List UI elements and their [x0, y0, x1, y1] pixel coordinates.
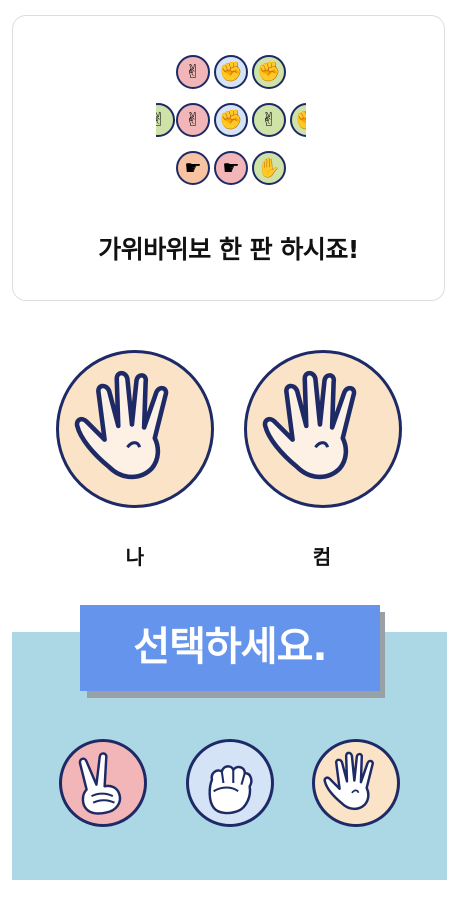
choice-rock-button[interactable] [186, 739, 274, 827]
rock-hand-icon: ✊ [214, 55, 248, 89]
computer-label: 컴 [312, 545, 332, 569]
my-label: 나 [125, 545, 145, 569]
hand-pattern: ✌ ✊ ✊ ✌ ✌ ✊ ✌ ✊ ☛ ☛ ✋ [156, 55, 306, 191]
rock-hand-icon: ✊ [252, 55, 286, 89]
pointing-hand-icon: ☛ [214, 151, 248, 185]
intro-card: ✌ ✊ ✊ ✌ ✌ ✊ ✌ ✊ ☛ ☛ ✋ 가위바위보 한 판 하시죠! [12, 15, 445, 301]
scissors-hand-icon: ✌ [176, 55, 210, 89]
choice-scissors-button[interactable] [59, 739, 147, 827]
select-prompt: 선택하세요. [80, 605, 380, 691]
scissors-hand-icon: ✌ [156, 103, 175, 137]
rock-hand-icon: ✊ [290, 103, 306, 137]
paper-hand-icon [262, 370, 357, 480]
paper-hand-icon [74, 370, 169, 480]
pointing-hand-icon: ☛ [176, 151, 210, 185]
scissors-hand-icon: ✌ [176, 103, 210, 137]
rock-hand-icon [208, 765, 253, 815]
page-title: 가위바위보 한 판 하시죠! [98, 235, 359, 264]
choice-paper-button[interactable] [312, 739, 400, 827]
paper-hand-icon: ✋ [252, 151, 286, 185]
rock-hand-icon: ✊ [214, 103, 248, 137]
scissors-hand-icon [78, 752, 122, 815]
computer-hand [244, 350, 402, 508]
paper-hand-icon [323, 751, 374, 811]
my-hand [56, 350, 214, 508]
scissors-hand-icon: ✌ [252, 103, 286, 137]
